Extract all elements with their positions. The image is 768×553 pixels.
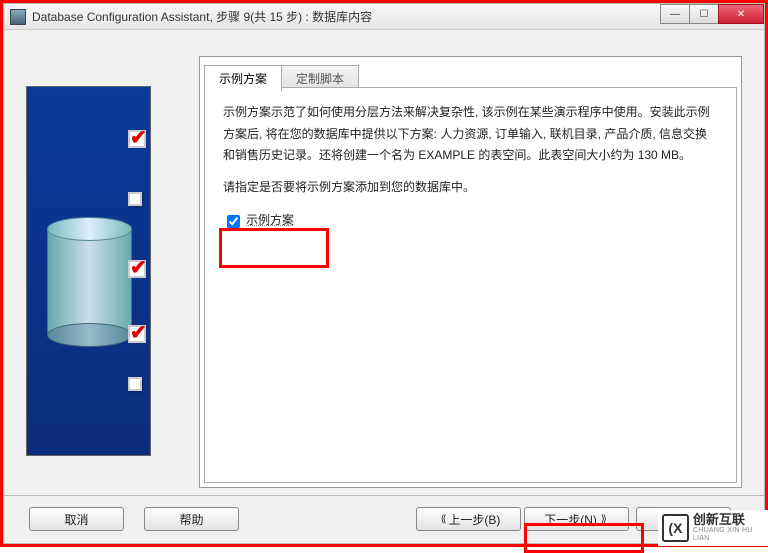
sample-schemas-checkbox-row: 示例方案 bbox=[223, 210, 718, 232]
sample-schemas-checkbox-label[interactable]: 示例方案 bbox=[246, 210, 294, 232]
dialog-window: Database Configuration Assistant, 步骤 9(共… bbox=[3, 3, 765, 544]
step-indicator-5 bbox=[128, 377, 148, 397]
client-area: 示例方案 定制脚本 示例方案示范了如何使用分层方法来解决复杂性, 该示例在某些演… bbox=[4, 31, 764, 543]
watermark-logo-icon: (X bbox=[662, 514, 689, 542]
step-indicator-2 bbox=[128, 192, 148, 212]
window-controls: — ☐ ✕ bbox=[661, 4, 764, 24]
watermark: (X 创新互联 CHUANG XIN HU LIAN bbox=[658, 510, 768, 546]
watermark-text: 创新互联 CHUANG XIN HU LIAN bbox=[693, 513, 768, 543]
wizard-sidebar bbox=[26, 86, 151, 456]
step-indicator-4 bbox=[128, 322, 148, 342]
next-button[interactable]: 下一步(N) ⟩⟩ bbox=[524, 507, 629, 531]
tab-content: 示例方案示范了如何使用分层方法来解决复杂性, 该示例在某些演示程序中使用。安装此… bbox=[204, 87, 737, 483]
close-button[interactable]: ✕ bbox=[718, 4, 764, 24]
help-button-label: 帮助 bbox=[179, 511, 203, 528]
tab-sample-schemas[interactable]: 示例方案 bbox=[204, 65, 282, 92]
sample-schemas-checkbox[interactable] bbox=[227, 215, 240, 228]
step-indicator-3 bbox=[128, 257, 148, 277]
instruction-text: 请指定是否要将示例方案添加到您的数据库中。 bbox=[223, 177, 718, 199]
next-button-label: 下一步(N) bbox=[544, 511, 597, 528]
button-bar: 取消 帮助 ⟨⟨ 上一步(B) 下一步(N) ⟩⟩ 完成(F) bbox=[4, 495, 764, 543]
help-button[interactable]: 帮助 bbox=[144, 507, 239, 531]
window-title: Database Configuration Assistant, 步骤 9(共… bbox=[32, 8, 372, 25]
database-cylinder-icon bbox=[47, 217, 132, 347]
maximize-button[interactable]: ☐ bbox=[689, 4, 719, 24]
back-button-label: 上一步(B) bbox=[448, 511, 500, 528]
cancel-button-label: 取消 bbox=[64, 511, 88, 528]
app-icon bbox=[10, 9, 26, 25]
minimize-button[interactable]: — bbox=[660, 4, 690, 24]
step-indicator-1 bbox=[128, 127, 148, 147]
watermark-cn: 创新互联 bbox=[693, 513, 768, 527]
main-content-panel: 示例方案 定制脚本 示例方案示范了如何使用分层方法来解决复杂性, 该示例在某些演… bbox=[199, 56, 742, 488]
back-button[interactable]: ⟨⟨ 上一步(B) bbox=[416, 507, 521, 531]
cancel-button[interactable]: 取消 bbox=[29, 507, 124, 531]
chevron-right-icon: ⟩⟩ bbox=[601, 514, 605, 525]
description-text: 示例方案示范了如何使用分层方法来解决复杂性, 该示例在某些演示程序中使用。安装此… bbox=[223, 102, 718, 167]
chevron-left-icon: ⟨⟨ bbox=[441, 514, 445, 525]
watermark-en: CHUANG XIN HU LIAN bbox=[693, 527, 768, 542]
titlebar: Database Configuration Assistant, 步骤 9(共… bbox=[4, 4, 764, 30]
